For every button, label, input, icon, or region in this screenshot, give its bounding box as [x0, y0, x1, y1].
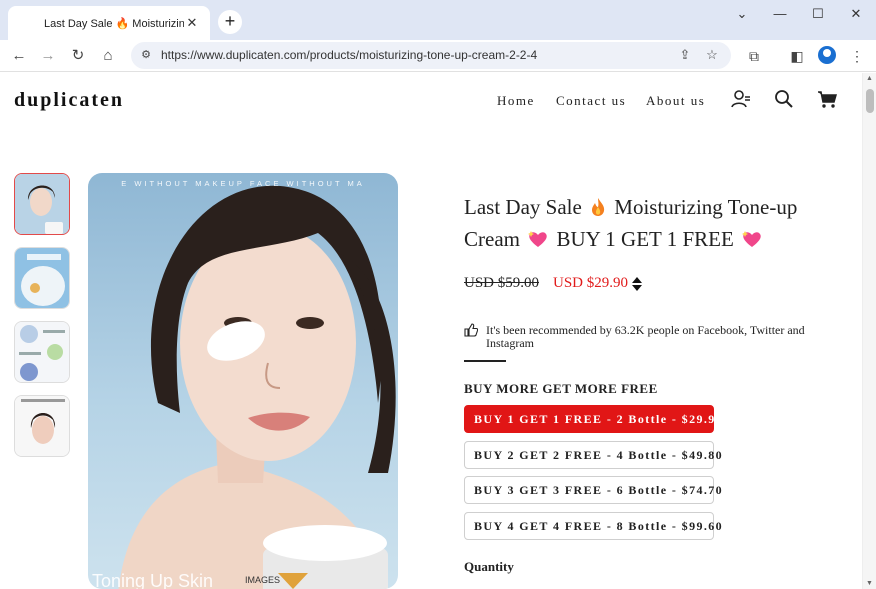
thumbs-up-icon	[464, 323, 478, 337]
fire-icon	[592, 198, 605, 216]
scroll-up-arrow-icon[interactable]: ▲	[866, 75, 873, 82]
hero-caption: Toning Up Skin	[92, 571, 214, 589]
tab-title: Last Day Sale 🔥 Moisturizing Tone-up	[44, 17, 184, 30]
thumbnail-image	[15, 322, 69, 382]
forward-icon[interactable]: →	[37, 45, 59, 67]
extensions-icon[interactable]: ⧉	[743, 45, 765, 67]
scroll-thumb[interactable]	[866, 89, 874, 113]
profile-icon[interactable]	[818, 46, 836, 64]
search-icon[interactable]	[773, 88, 795, 110]
original-price: USD $59.00	[464, 275, 540, 291]
title-part-1: Last Day Sale	[464, 195, 582, 219]
sidebar-icon[interactable]: ◧	[786, 45, 808, 67]
address-bar[interactable]: ⚙ https://www.duplicaten.com/products/mo…	[131, 42, 731, 69]
bundle-heading: BUY MORE GET MORE FREE	[464, 381, 658, 396]
quantity-label: Quantity	[464, 559, 514, 574]
bundle-option-4[interactable]: BUY 4 GET 4 FREE - 8 Bottle - $99.60	[464, 512, 722, 540]
hero-tagline: E WITHOUT MAKEUP FACE WITHOUT MA	[121, 179, 365, 188]
browser-toolbar: ← → ↻ ⌂ ⚙ https://www.duplicaten.com/pro…	[0, 40, 876, 72]
thumbnail-1[interactable]	[14, 173, 70, 235]
bundle-option-1[interactable]: BUY 1 GET 1 FREE - 2 Bottle - $29.90	[464, 405, 722, 433]
home-icon[interactable]: ⌂	[97, 45, 119, 67]
nav-home[interactable]: Home	[497, 93, 535, 109]
jar-brand-text: IMAGES	[245, 575, 281, 585]
share-icon[interactable]: ⇪	[677, 47, 693, 63]
thumbnail-3[interactable]	[14, 321, 70, 383]
divider	[464, 360, 506, 362]
page-scrollbar[interactable]: ▲ ▼	[862, 73, 876, 589]
thumbnail-image	[15, 396, 69, 456]
web-page: duplicaten Home Contact us About us E WI…	[0, 73, 862, 589]
browser-tab[interactable]: Last Day Sale 🔥 Moisturizing Tone-up ✕	[8, 6, 210, 40]
maximize-icon[interactable]: ☐	[803, 4, 833, 24]
sparkling-heart-icon	[528, 231, 547, 247]
nav-about-us[interactable]: About us	[646, 93, 705, 109]
thumbnail-image	[15, 248, 69, 308]
cart-icon[interactable]	[816, 88, 838, 110]
scroll-down-arrow-icon[interactable]: ▼	[866, 580, 873, 587]
product-title: Last Day Sale Moisturizing Tone-up Cream…	[464, 191, 834, 255]
back-icon[interactable]: ←	[8, 45, 30, 67]
new-tab-button[interactable]: +	[218, 10, 242, 34]
nav-contact-us[interactable]: Contact us	[556, 93, 626, 109]
product-main-image[interactable]: E WITHOUT MAKEUP FACE WITHOUT MA Toning …	[88, 173, 398, 589]
thumbnail-4[interactable]	[14, 395, 70, 457]
browser-tab-bar: Last Day Sale 🔥 Moisturizing Tone-up ✕ +…	[0, 0, 876, 40]
site-logo[interactable]: duplicaten	[14, 89, 124, 112]
close-icon[interactable]: ✕	[841, 4, 871, 24]
tab-close-icon[interactable]: ✕	[184, 15, 200, 31]
recommendation-text: It's been recommended by 63.2K people on…	[486, 323, 805, 350]
sparkling-heart-icon	[742, 231, 761, 247]
title-part-3: BUY 1 GET 1 FREE	[556, 227, 734, 251]
reload-icon[interactable]: ↻	[67, 45, 89, 67]
sale-price: USD $29.90	[553, 275, 629, 291]
bookmark-star-icon[interactable]: ☆	[704, 47, 720, 63]
more-icon[interactable]: ⋮	[846, 45, 868, 67]
bundle-option-2[interactable]: BUY 2 GET 2 FREE - 4 Bottle - $49.80	[464, 441, 722, 469]
tab-search-icon[interactable]: ⌄	[727, 4, 757, 24]
bundle-option-3[interactable]: BUY 3 GET 3 FREE - 6 Bottle - $74.70	[464, 476, 722, 504]
model-face-illustration	[118, 185, 396, 589]
site-info-icon[interactable]: ⚙	[138, 47, 154, 63]
currency-toggle-icon[interactable]	[631, 276, 643, 292]
minimize-icon[interactable]: —	[765, 4, 795, 24]
account-icon[interactable]	[730, 88, 752, 110]
url-text[interactable]: https://www.duplicaten.com/products/mois…	[161, 48, 537, 62]
thumbnail-2[interactable]	[14, 247, 70, 309]
thumbnail-image	[15, 174, 69, 234]
